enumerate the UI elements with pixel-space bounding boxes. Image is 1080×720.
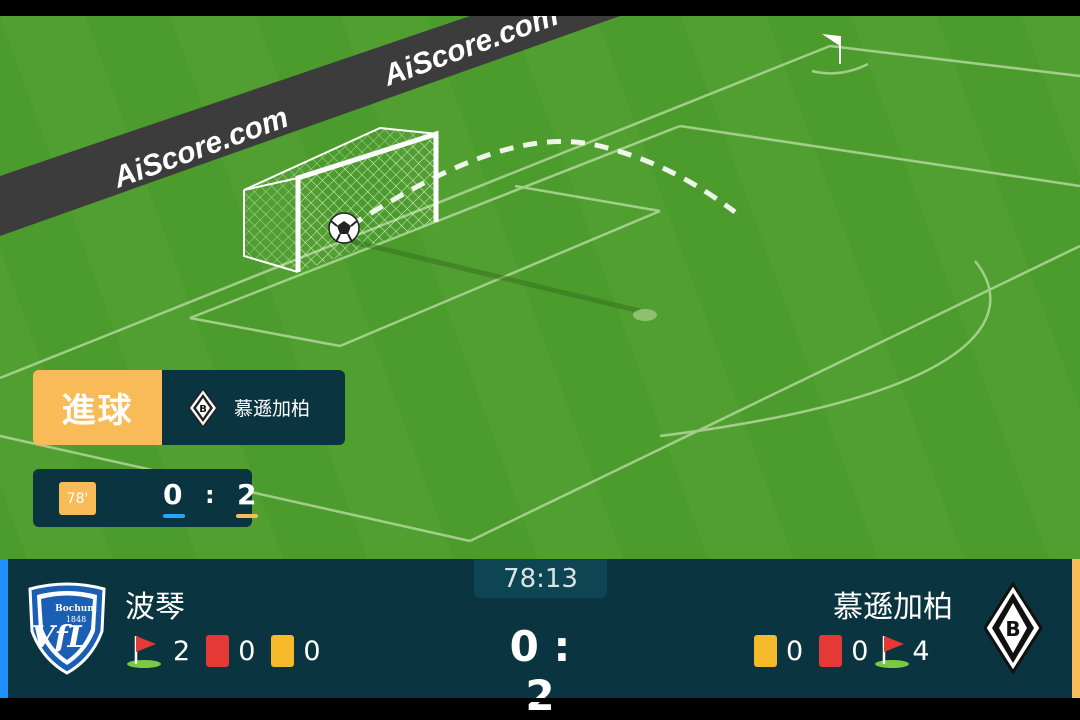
home-yellow-cards: 0 bbox=[303, 635, 321, 667]
yellow-card-icon bbox=[271, 635, 295, 667]
top-status-bar bbox=[0, 0, 1080, 16]
away-score-underline bbox=[236, 514, 258, 518]
away-corners: 4 bbox=[912, 635, 930, 667]
soccer-ball-icon bbox=[328, 212, 360, 244]
corner-flag-icon bbox=[875, 636, 910, 668]
event-team: B 慕遜加柏 bbox=[162, 370, 345, 445]
home-team-name[interactable]: 波琴 bbox=[125, 582, 185, 626]
home-red-cards: 0 bbox=[238, 635, 256, 667]
home-crest-text: Bochum bbox=[55, 604, 97, 614]
event-type-label: 進球 bbox=[33, 370, 162, 445]
gladbach-crest-icon[interactable]: B bbox=[982, 581, 1044, 675]
svg-text:B: B bbox=[199, 404, 207, 415]
away-red-cards: 0 bbox=[851, 635, 869, 667]
red-card-icon bbox=[819, 635, 843, 667]
away-yellow-cards: 0 bbox=[786, 635, 804, 667]
match-clock: 78:13 bbox=[474, 559, 607, 598]
event-score-separator: : bbox=[205, 481, 215, 509]
home-color-edge bbox=[0, 559, 8, 698]
match-score: 0 : 2 bbox=[509, 622, 571, 720]
home-stats: 2 0 0 bbox=[126, 634, 321, 668]
scoreboard: 78:13 Bochum 1848 VfL 波琴 慕遜加柏 2 0 0 0 : … bbox=[0, 559, 1080, 720]
gladbach-crest-icon: B bbox=[188, 387, 218, 428]
home-corners: 2 bbox=[173, 635, 191, 667]
away-team-name[interactable]: 慕遜加柏 bbox=[833, 582, 953, 626]
red-card-icon bbox=[206, 635, 230, 667]
away-stats: 0 0 4 bbox=[754, 634, 930, 668]
svg-text:B: B bbox=[1005, 617, 1020, 641]
home-crest-letters: VfL bbox=[31, 620, 88, 655]
yellow-card-icon bbox=[754, 635, 777, 667]
event-score-card: 78' 0 : 2 bbox=[33, 469, 258, 527]
goal-event-card: 進球 B 慕遜加柏 bbox=[33, 370, 345, 445]
bochum-crest-icon[interactable]: Bochum 1848 VfL bbox=[22, 581, 112, 675]
event-score-away: 2 bbox=[237, 478, 257, 511]
home-score-underline bbox=[163, 514, 185, 518]
corner-flag-icon bbox=[127, 636, 161, 668]
event-score-home: 0 bbox=[163, 478, 183, 511]
bottom-bar bbox=[0, 698, 1080, 702]
event-minute-badge: 78' bbox=[59, 482, 96, 515]
event-team-name: 慕遜加柏 bbox=[234, 398, 311, 420]
away-color-edge bbox=[1072, 559, 1080, 698]
